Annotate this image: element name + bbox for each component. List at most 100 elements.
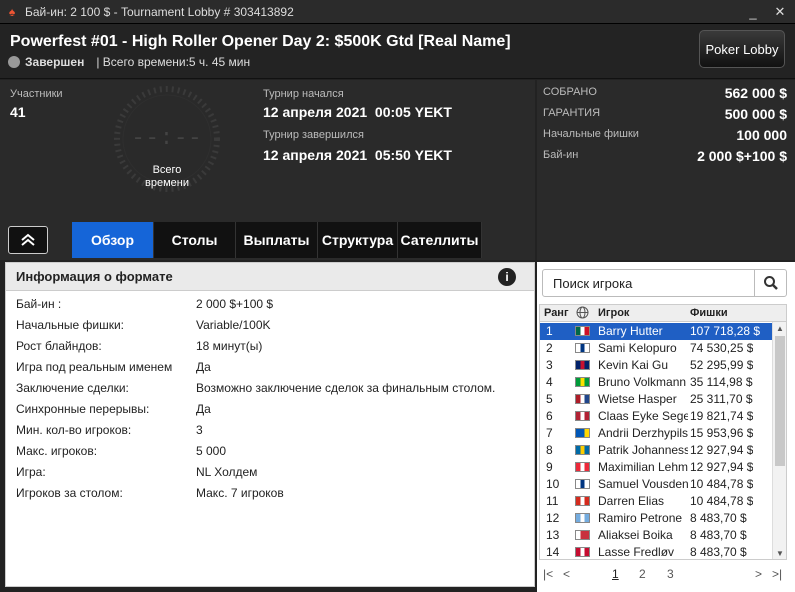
pagination: |< < 1 2 3 > >|	[537, 562, 795, 588]
stat-value: 500 000 $	[724, 106, 787, 122]
table-row[interactable]: 11 Darren Elias 10 484,78 $	[540, 493, 772, 510]
prize-stats: СОБРАНО 562 000 $ ГАРАНТИЯ 500 000 $ Начальн…	[537, 80, 795, 260]
player-search[interactable]: Поиск игрока	[542, 269, 787, 297]
player-rank: 14	[546, 545, 560, 559]
prev-page-icon[interactable]: <	[563, 567, 570, 581]
stat-label: Бай-ин	[543, 149, 579, 161]
player-chips: 8 483,70 $	[690, 511, 747, 525]
table-row[interactable]: 3 Kevin Kai Gu 52 295,99 $	[540, 357, 772, 374]
format-info-panel: Информация о формате i Бай-ин : 2 000 $+1…	[5, 262, 535, 587]
player-chips: 25 311,70 $	[690, 392, 753, 406]
player-name: Claas Eyke Segebrecht	[598, 409, 688, 423]
player-rank: 4	[546, 375, 553, 389]
scrollbar-thumb[interactable]	[775, 336, 785, 466]
player-name: Lasse Fredløv	[598, 545, 675, 559]
player-name: Sami Kelopuro	[598, 341, 677, 355]
table-row[interactable]: 1 Barry Hutter 107 718,28 $	[540, 323, 772, 340]
player-rank: 10	[546, 477, 560, 491]
table-row[interactable]: 9 Maximilian Lehmanski12 927,94 $	[540, 459, 772, 476]
player-rank: 1	[546, 324, 553, 338]
format-key: Игроков за столом:	[16, 486, 123, 500]
participants-count: 41	[10, 104, 26, 120]
status-line: Завершен | Всего времени:5 ч. 45 мин	[8, 55, 250, 69]
format-key: Бай-ин :	[16, 297, 62, 311]
player-rank: 13	[546, 528, 560, 542]
player-rank: 7	[546, 426, 553, 440]
player-chips: 107 718,28 $	[690, 324, 761, 338]
table-row[interactable]: 13 Aliaksei Boika 8 483,70 $	[540, 527, 772, 544]
total-time-clock: --:-- Всего времени	[112, 84, 222, 194]
minimize-button[interactable]: _	[742, 2, 764, 22]
player-name: Wietse Hasper	[598, 392, 677, 406]
player-rank: 11	[546, 494, 559, 508]
first-page-icon[interactable]: |<	[543, 567, 553, 581]
table-row[interactable]: 6 Claas Eyke Segebrecht19 821,74 $	[540, 408, 772, 425]
tab-tables[interactable]: Столы	[154, 222, 236, 258]
player-chips: 8 483,70 $	[690, 545, 747, 559]
table-row[interactable]: 14 Lasse Fredløv 8 483,70 $	[540, 544, 772, 559]
player-rank: 6	[546, 409, 553, 423]
player-chips: 12 927,94 $	[690, 443, 754, 457]
format-value: 3	[196, 423, 203, 437]
tab-satellites[interactable]: Сателлиты	[398, 222, 482, 258]
stat-label: ГАРАНТИЯ	[543, 107, 601, 119]
pokerstars-logo-icon: ♠	[8, 4, 16, 19]
player-rank: 5	[546, 392, 553, 406]
player-name: Maximilian Lehmanski	[598, 460, 688, 474]
format-key: Мин. кол-во игроков:	[16, 423, 132, 437]
player-name: Aliaksei Boika	[598, 528, 673, 542]
page-2[interactable]: 2	[639, 567, 646, 581]
search-button[interactable]	[754, 270, 786, 296]
tab-payouts[interactable]: Выплаты	[236, 222, 318, 258]
last-page-icon[interactable]: >|	[772, 567, 782, 581]
player-header[interactable]: Игрок	[598, 307, 629, 319]
info-icon[interactable]: i	[498, 268, 516, 286]
player-name: Andrii Derzhypilskyi	[598, 426, 688, 440]
next-page-icon[interactable]: >	[755, 567, 762, 581]
player-name: Ramiro Petrone	[598, 511, 683, 525]
country-flag-icon	[575, 428, 590, 438]
country-flag-icon	[575, 479, 590, 489]
country-flag-icon	[575, 411, 590, 421]
page-3[interactable]: 3	[667, 567, 674, 581]
player-chips: 52 295,99 $	[690, 358, 754, 372]
player-chips: 10 484,78 $	[690, 477, 754, 491]
rank-header[interactable]: Ранг	[544, 307, 569, 319]
player-chips: 15 953,96 $	[690, 426, 754, 440]
tab-overview[interactable]: Обзор	[72, 222, 154, 258]
country-flag-icon	[575, 326, 590, 336]
table-row[interactable]: 4 Bruno Volkmann 35 114,98 $	[540, 374, 772, 391]
page-1[interactable]: 1	[612, 567, 619, 581]
player-rank: 12	[546, 511, 560, 525]
tab-structure[interactable]: Структура	[318, 222, 398, 258]
tab-bar: Обзор Столы Выплаты Структура Сателлиты	[0, 222, 535, 258]
format-value: NL Холдем	[196, 465, 258, 479]
stat-value: 562 000 $	[724, 85, 787, 101]
search-input[interactable]: Поиск игрока	[553, 276, 632, 291]
globe-icon[interactable]	[576, 306, 589, 322]
table-scrollbar[interactable]: ▲ ▼	[772, 322, 786, 559]
table-row[interactable]: 12 Ramiro Petrone 8 483,70 $	[540, 510, 772, 527]
table-row[interactable]: 8 Patrik Johannesson12 927,94 $	[540, 442, 772, 459]
format-key: Макс. игроков:	[16, 444, 98, 458]
table-row[interactable]: 5 Wietse Hasper 25 311,70 $	[540, 391, 772, 408]
format-value: Возможно заключение сделок за финальным …	[196, 381, 496, 395]
collapse-button[interactable]	[8, 226, 48, 254]
close-button[interactable]: ✕	[769, 2, 791, 22]
tournament-lobby-window: ♠ Бай-ин: 2 100 $ - Tournament Lobby # 3…	[0, 0, 795, 592]
table-row[interactable]: 10 Samuel Vousden 10 484,78 $	[540, 476, 772, 493]
player-rank: 9	[546, 460, 553, 474]
format-info-title: Информация о формате	[6, 263, 534, 291]
country-flag-icon	[575, 360, 590, 370]
table-row[interactable]: 2 Sami Kelopuro 74 530,25 $	[540, 340, 772, 357]
player-name: Darren Elias	[598, 494, 665, 508]
format-key: Рост блайндов:	[16, 339, 102, 353]
player-name: Patrik Johannesson	[598, 443, 688, 457]
chips-header[interactable]: Фишки	[690, 307, 728, 319]
poker-lobby-button[interactable]: Poker Lobby	[699, 30, 785, 68]
table-row[interactable]: 7 Andrii Derzhypilskyi15 953,96 $	[540, 425, 772, 442]
window-title: Бай-ин: 2 100 $ - Tournament Lobby # 303…	[25, 4, 294, 19]
country-flag-icon	[575, 496, 590, 506]
format-key: Начальные фишки:	[16, 318, 125, 332]
country-flag-icon	[575, 445, 590, 455]
